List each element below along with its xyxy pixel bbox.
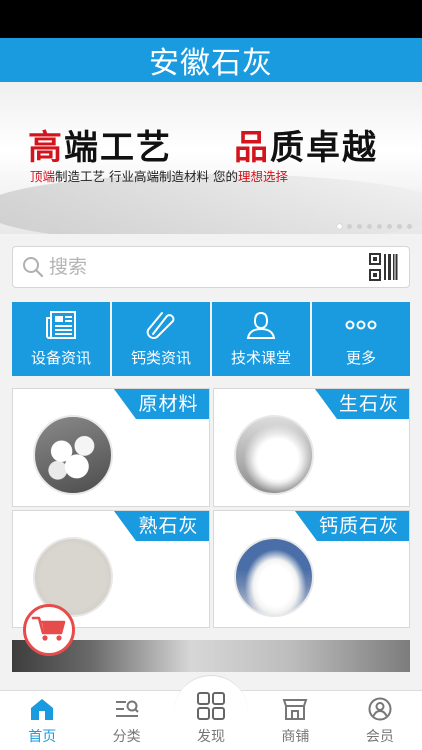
product-ribbon: 生石灰 <box>314 389 409 419</box>
product-quicklime[interactable]: 生石灰 <box>212 388 410 507</box>
category-list-icon <box>114 697 140 721</box>
banner-subline: 顶端制造工艺 行业高端制造材料 您的理想选择 <box>30 169 288 184</box>
product-grid: 原材料 生石灰 熟石灰 钙质石灰 <box>12 388 410 628</box>
category-label: 设备资讯 <box>30 349 91 367</box>
product-image <box>33 415 113 495</box>
product-image <box>233 536 314 617</box>
banner-dot[interactable] <box>347 224 352 229</box>
tab-discover[interactable]: 发现 <box>169 675 253 750</box>
banner-dot[interactable] <box>367 224 372 229</box>
tab-category[interactable]: 分类 <box>84 691 168 750</box>
tab-home[interactable]: 首页 <box>0 691 84 750</box>
qr-scan-icon[interactable] <box>368 252 398 282</box>
product-raw-material[interactable]: 原材料 <box>12 388 210 507</box>
tab-label: 会员 <box>365 729 394 745</box>
category-calcium-news[interactable]: 钙类资讯 <box>112 302 210 376</box>
product-label: 原材料 <box>136 389 209 419</box>
category-grid: 设备资讯 钙类资讯 技术课堂 更多 <box>12 302 410 376</box>
page-title: 安徽石灰 <box>149 46 273 81</box>
promo-image-strip[interactable] <box>12 640 410 672</box>
grid-icon <box>196 691 226 721</box>
banner-headline-right: 品质卓越 <box>234 128 378 168</box>
tab-label: 分类 <box>112 729 141 745</box>
tab-shop[interactable]: 商铺 <box>253 691 337 750</box>
bottom-tab-bar: 首页 分类 发现 商铺 会员 <box>0 675 422 750</box>
category-label: 钙类资讯 <box>130 349 191 367</box>
product-label: 熟石灰 <box>136 510 209 541</box>
search-input[interactable] <box>44 247 368 287</box>
cart-icon <box>31 613 67 647</box>
product-ribbon: 原材料 <box>114 389 209 419</box>
title-bar: 安徽石灰 <box>0 38 422 82</box>
banner-dot-active[interactable] <box>337 224 342 229</box>
tab-label: 发现 <box>197 729 226 745</box>
tab-label: 首页 <box>28 729 57 745</box>
tab-member[interactable]: 会员 <box>338 691 422 750</box>
paperclip-icon <box>143 310 179 340</box>
product-image <box>233 415 314 495</box>
category-label: 更多 <box>345 349 376 367</box>
banner-dot[interactable] <box>377 224 382 229</box>
home-icon <box>29 697 55 721</box>
banner-dot[interactable] <box>407 224 412 229</box>
category-label: 技术课堂 <box>230 349 291 367</box>
user-icon <box>243 310 279 340</box>
search-area <box>0 234 422 300</box>
banner-dot[interactable] <box>397 224 402 229</box>
banner-pagination <box>337 224 412 229</box>
search-icon <box>22 256 44 278</box>
promo-banner[interactable]: 高端工艺 品质卓越 顶端制造工艺 行业高端制造材料 您的理想选择 <box>0 82 422 234</box>
category-equipment-news[interactable]: 设备资讯 <box>12 302 110 376</box>
newspaper-icon <box>43 310 79 340</box>
banner-dot[interactable] <box>387 224 392 229</box>
product-calcium-lime[interactable]: 钙质石灰 <box>212 509 410 628</box>
banner-headline-left: 高端工艺 <box>28 128 172 168</box>
cart-button[interactable] <box>23 604 75 656</box>
category-more[interactable]: 更多 <box>312 302 410 376</box>
search-bar[interactable] <box>12 246 410 288</box>
member-icon <box>367 697 393 721</box>
shop-icon <box>282 697 308 721</box>
app-screen: 安徽石灰 高端工艺 品质卓越 顶端制造工艺 行业高端制造材料 您的理想选择 搜索… <box>0 0 422 750</box>
tab-label: 商铺 <box>281 729 310 745</box>
product-label: 生石灰 <box>336 389 409 419</box>
product-ribbon: 熟石灰 <box>114 510 209 541</box>
product-ribbon: 钙质石灰 <box>294 510 409 541</box>
more-dots-icon <box>343 310 379 340</box>
banner-dot[interactable] <box>357 224 362 229</box>
status-bar <box>0 0 422 38</box>
product-label: 钙质石灰 <box>316 510 409 541</box>
category-tech-class[interactable]: 技术课堂 <box>212 302 310 376</box>
